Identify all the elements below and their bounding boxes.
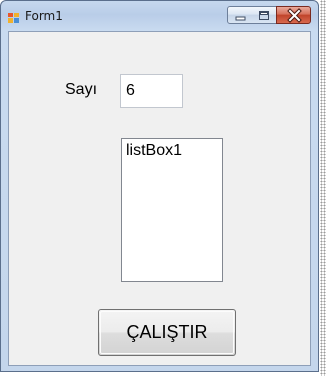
minimize-icon <box>235 16 246 21</box>
title-bar[interactable]: Form1 <box>1 1 318 31</box>
list-item[interactable]: listBox1 <box>126 142 218 160</box>
form-client-area: Sayı listBox1 ÇALIŞTIR <box>8 31 311 366</box>
form-window: Form1 Sayı listBox1 ÇALIŞTIR <box>0 0 319 372</box>
maximize-button[interactable] <box>252 6 277 24</box>
listbox[interactable]: listBox1 <box>121 138 223 282</box>
form-app-icon <box>8 11 20 23</box>
maximize-icon <box>259 11 269 20</box>
close-button[interactable] <box>276 6 311 24</box>
sayi-label: Sayı <box>65 81 98 98</box>
sayi-input[interactable] <box>120 74 183 108</box>
background-dots <box>320 0 326 376</box>
minimize-button[interactable] <box>227 6 253 24</box>
calistir-button[interactable]: ÇALIŞTIR <box>98 309 236 356</box>
close-icon <box>287 8 302 23</box>
window-title: Form1 <box>25 9 63 23</box>
